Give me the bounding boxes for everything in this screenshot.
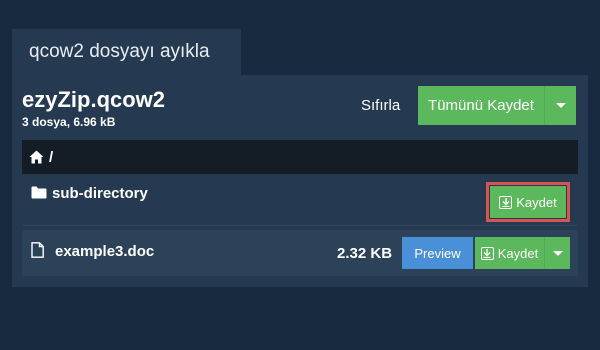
file-save-group: Kaydet (475, 237, 570, 269)
archive-name: ezyZip.qcow2 (22, 87, 166, 112)
file-size: 2.32 KB (337, 245, 393, 262)
file-icon (31, 242, 44, 263)
save-file-button[interactable]: Kaydet (475, 237, 544, 269)
reset-link[interactable]: Sıfırla (361, 97, 400, 114)
archive-meta: 3 dosya, 6.96 kB (22, 115, 116, 129)
breadcrumb: / (22, 140, 578, 174)
save-directory-label: Kaydet (516, 194, 557, 210)
download-icon (480, 246, 494, 260)
caret-down-icon (555, 103, 566, 108)
save-all-dropdown-toggle[interactable] (544, 86, 576, 125)
save-file-label: Kaydet (497, 245, 539, 261)
tab-extract[interactable]: qcow2 dosyayı ayıkla (12, 29, 241, 75)
path-separator: / (49, 148, 54, 166)
archive-panel: ezyZip.qcow2 3 dosya, 6.96 kB Sıfırla Tü… (12, 75, 588, 287)
directory-name: sub-directory (52, 185, 148, 202)
tab-title: qcow2 dosyayı ayıkla (29, 41, 210, 62)
save-all-button[interactable]: Tümünü Kaydet (418, 86, 544, 125)
file-name: example3.doc (55, 243, 155, 260)
save-all-group: Tümünü Kaydet (418, 86, 576, 125)
download-icon (499, 195, 513, 209)
save-directory-button[interactable]: Kaydet (490, 186, 566, 218)
home-icon[interactable] (29, 150, 44, 164)
folder-icon (31, 186, 47, 204)
caret-down-icon (552, 250, 563, 256)
save-file-dropdown-toggle[interactable] (544, 237, 570, 269)
preview-button[interactable]: Preview (402, 237, 473, 269)
